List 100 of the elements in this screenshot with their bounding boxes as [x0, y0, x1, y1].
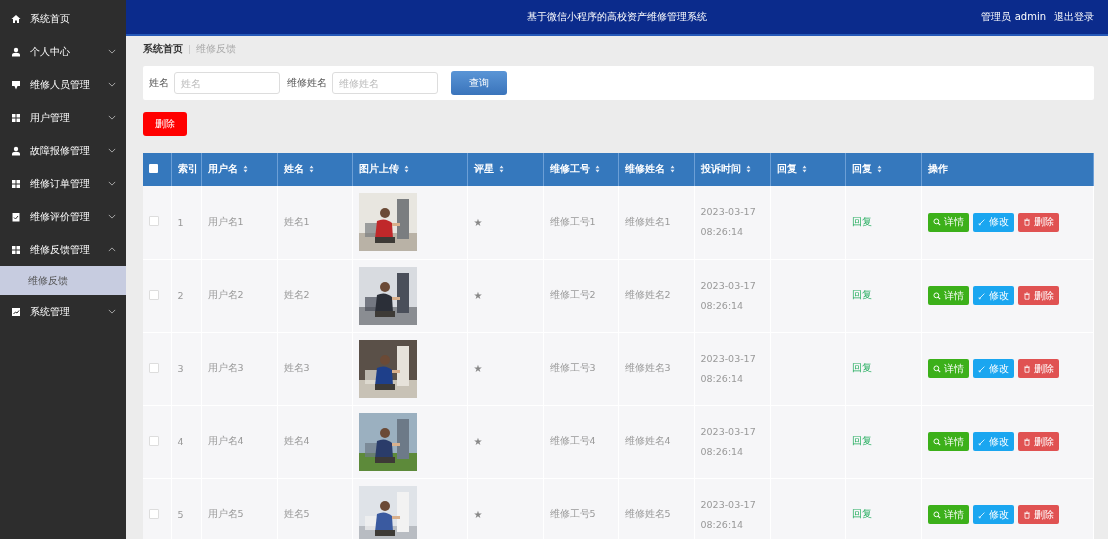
- pencil-icon: [977, 218, 986, 227]
- table-cell: 用户名2: [201, 259, 277, 332]
- table-cell: 姓名3: [277, 332, 352, 405]
- sidebar-item[interactable]: 系统首页: [0, 2, 126, 35]
- detail-button[interactable]: 详情: [927, 359, 969, 378]
- table-cell: ★: [467, 259, 543, 332]
- chart-icon: [11, 306, 21, 317]
- field-label: 维修姓名: [287, 76, 327, 90]
- detail-button[interactable]: 详情: [927, 432, 969, 451]
- table-cell: 2: [171, 259, 201, 332]
- sort-icon: [669, 165, 675, 173]
- table-cell: 维修姓名4: [618, 405, 694, 478]
- table-cell: 维修姓名5: [618, 478, 694, 539]
- search-field[interactable]: 姓名: [174, 72, 280, 94]
- table-cell: 姓名4: [277, 405, 352, 478]
- breadcrumb-item[interactable]: 系统首页: [143, 42, 183, 56]
- badge-icon: [11, 79, 21, 90]
- table-cell: 5: [171, 478, 201, 539]
- sort-icon: [242, 165, 248, 173]
- row-checkbox[interactable]: [149, 289, 159, 300]
- select-all-checkbox[interactable]: [149, 164, 158, 173]
- user-label: 管理员 admin: [981, 10, 1046, 24]
- sort-icon: [308, 165, 314, 173]
- table-cell: 姓名2: [277, 259, 352, 332]
- sidebar-subitem[interactable]: 维修反馈: [0, 266, 126, 295]
- table-cell: 用户名5: [201, 478, 277, 539]
- detail-button[interactable]: 详情: [927, 505, 969, 524]
- person-icon: [11, 145, 21, 156]
- table-cell: 维修工号5: [543, 478, 618, 539]
- edit-button[interactable]: 修改: [972, 432, 1014, 451]
- detail-button[interactable]: 详情: [927, 286, 969, 305]
- caret-icon: [108, 49, 116, 54]
- reply-link[interactable]: 回复: [851, 289, 872, 300]
- caret-icon: [108, 148, 116, 153]
- edit-button[interactable]: 修改: [972, 359, 1014, 378]
- grid-icon: [11, 112, 21, 123]
- sidebar-item[interactable]: 故障报修管理: [0, 134, 126, 167]
- delete-button[interactable]: 删除: [1017, 432, 1059, 451]
- table-cell: 维修工号2: [543, 259, 618, 332]
- edit-button[interactable]: 修改: [972, 505, 1014, 524]
- trash-icon: [1022, 437, 1031, 446]
- trash-icon: [1022, 291, 1031, 300]
- table-cell: 用户名4: [201, 405, 277, 478]
- detail-button[interactable]: 详情: [927, 212, 969, 232]
- sidebar-item[interactable]: 个人中心: [0, 35, 126, 68]
- table-cell: 维修姓名2: [618, 259, 694, 332]
- row-checkbox[interactable]: [149, 435, 159, 446]
- table-cell: 用户名1: [201, 186, 277, 259]
- delete-button[interactable]: 删除: [143, 112, 187, 136]
- delete-button[interactable]: 删除: [1017, 505, 1059, 524]
- search-field[interactable]: 维修姓名: [332, 72, 438, 94]
- home-icon: [11, 13, 21, 24]
- delete-button[interactable]: 删除: [1017, 359, 1059, 378]
- trash-icon: [1022, 218, 1031, 227]
- logout-link[interactable]: 退出登录: [1054, 10, 1094, 24]
- delete-button[interactable]: 删除: [1017, 286, 1059, 305]
- table-cell: 用户名3: [201, 332, 277, 405]
- caret-icon: [108, 115, 116, 120]
- table-cell: 2023-03-17 08:26:14: [694, 259, 770, 332]
- table-cell: 2023-03-17 08:26:14: [694, 405, 770, 478]
- table-cell: ★: [467, 186, 543, 259]
- sort-icon: [801, 165, 807, 173]
- table-cell: 1: [171, 186, 201, 259]
- caret-icon: [108, 214, 116, 219]
- table-cell: 2023-03-17 08:26:14: [694, 186, 770, 259]
- grid-icon: [11, 178, 21, 189]
- table-cell: 2023-03-17 08:26:14: [694, 478, 770, 539]
- row-checkbox[interactable]: [149, 216, 159, 227]
- table-cell: 维修姓名3: [618, 332, 694, 405]
- row-checkbox[interactable]: [149, 508, 159, 519]
- sort-icon: [745, 165, 751, 173]
- sidebar-item[interactable]: 维修反馈管理: [0, 233, 126, 266]
- reply-link[interactable]: 回复: [851, 215, 872, 227]
- sidebar-item[interactable]: 用户管理: [0, 101, 126, 134]
- caret-icon: [108, 82, 116, 87]
- row-checkbox[interactable]: [149, 362, 159, 373]
- reply-link[interactable]: 回复: [851, 435, 872, 446]
- edit-button[interactable]: 修改: [972, 212, 1014, 232]
- table-cell: ★: [467, 332, 543, 405]
- sidebar-item[interactable]: 系统管理: [0, 295, 126, 328]
- search-icon: [932, 218, 941, 227]
- trash-icon: [1022, 510, 1031, 519]
- query-button[interactable]: 查询: [451, 71, 507, 95]
- reply-link[interactable]: 回复: [851, 508, 872, 519]
- reply-link[interactable]: 回复: [851, 362, 872, 373]
- clipboard-icon: [11, 211, 21, 222]
- table-cell: 维修工号4: [543, 405, 618, 478]
- trash-icon: [1022, 364, 1031, 373]
- sort-icon: [403, 165, 409, 173]
- sidebar-item[interactable]: 维修订单管理: [0, 167, 126, 200]
- table-cell: 维修工号3: [543, 332, 618, 405]
- sidebar-item[interactable]: 维修人员管理: [0, 68, 126, 101]
- pencil-icon: [977, 291, 986, 300]
- table-cell: 4: [171, 405, 201, 478]
- table-cell: 维修姓名1: [618, 186, 694, 259]
- delete-button[interactable]: 删除: [1017, 212, 1059, 232]
- grid-icon: [11, 244, 21, 255]
- sidebar-item[interactable]: 维修评价管理: [0, 200, 126, 233]
- system-title: 基于微信小程序的高校资产维修管理系统: [527, 10, 707, 24]
- edit-button[interactable]: 修改: [972, 286, 1014, 305]
